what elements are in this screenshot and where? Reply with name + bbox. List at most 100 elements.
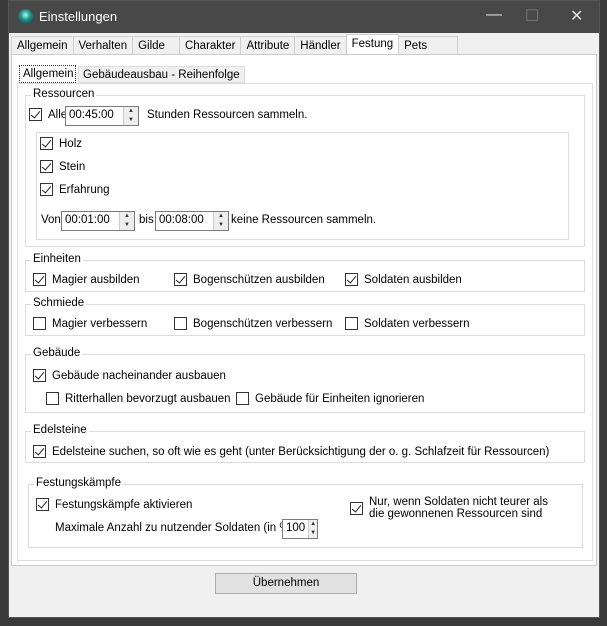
group-label: Einheiten: [31, 253, 83, 265]
group-label: Gebäude: [31, 347, 83, 359]
checkbox-label: Gebäude nacheinander ausbauen: [52, 369, 226, 382]
checkbox-box[interactable]: [174, 273, 187, 286]
tab-charakter[interactable]: Charakter: [178, 36, 242, 54]
main-tabs: Allgemein Verhalten Gilde Charakter Attr…: [11, 34, 459, 55]
einheiten-group: Einheiten Magier ausbilden Bogenschützen…: [25, 253, 585, 292]
up-arrow-icon[interactable]: ▲: [124, 107, 138, 116]
minimize-button[interactable]: —: [486, 6, 502, 24]
bis-stepper[interactable]: 00:08:00 ▲ ▼: [155, 211, 229, 231]
max-soldaten-label: Maximale Anzahl zu nutzender Soldaten (i…: [55, 522, 297, 534]
subtab-allgemein[interactable]: Allgemein: [19, 65, 76, 83]
group-label: Edelsteine: [31, 424, 89, 436]
checkbox-box[interactable]: [40, 160, 53, 173]
checkbox-label: Gebäude für Einheiten ignorieren: [255, 392, 425, 405]
maximize-button[interactable]: ☐: [525, 6, 539, 26]
checkbox-box[interactable]: [33, 445, 46, 458]
close-button[interactable]: ✕: [570, 6, 583, 26]
checkbox-label: Magier verbessern: [52, 317, 148, 330]
interval-stepper[interactable]: 00:45:00 ▲ ▼: [65, 106, 139, 126]
checkbox-box[interactable]: [33, 317, 46, 330]
einheiten-ignorieren-checkbox[interactable]: Gebäude für Einheiten ignorieren: [236, 392, 424, 405]
subtab-gebaeudeausbau[interactable]: Gebäudeausbau - Reihenfolge: [78, 66, 245, 83]
soldaten-verbessern-checkbox[interactable]: Soldaten verbessern: [345, 317, 469, 330]
tab-allgemein[interactable]: Allgemein: [11, 36, 74, 54]
magier-ausbilden-checkbox[interactable]: Magier ausbilden: [33, 273, 140, 286]
edelsteine-checkbox[interactable]: Edelsteine suchen, so oft wie es geht (u…: [33, 445, 549, 458]
checkbox-box[interactable]: [29, 108, 42, 121]
checkbox-label: Nur, wenn Soldaten nicht teurer als die g…: [369, 496, 548, 520]
ressourcen-group: Ressourcen Alle 00:45:00 ▲ ▼ Stunden Resso…: [25, 88, 585, 247]
ressourcen-inner: Holz Stein Erfahrung Von 00:01:00 ▲ ▼ bis …: [36, 132, 569, 240]
alle-checkbox[interactable]: Alle: [29, 108, 67, 121]
von-stepper[interactable]: 00:01:00 ▲ ▼: [61, 211, 135, 231]
checkbox-label: Soldaten ausbilden: [364, 273, 462, 286]
checkbox-label: Ritterhallen bevorzugt ausbauen: [65, 392, 231, 405]
group-label: Schmiede: [31, 297, 87, 309]
stein-checkbox[interactable]: Stein: [40, 160, 85, 173]
tab-gilde[interactable]: Gilde: [132, 36, 180, 54]
tab-festung[interactable]: Festung: [345, 34, 400, 55]
tab-attribute[interactable]: Attribute: [240, 36, 296, 54]
checkbox-box[interactable]: [345, 317, 358, 330]
festung-panel: Allgemein Gebäudeausbau - Reihenfolge Re…: [11, 54, 597, 566]
apply-button[interactable]: Übernehmen: [215, 573, 357, 594]
magier-verbessern-checkbox[interactable]: Magier verbessern: [33, 317, 147, 330]
interval-suffix: Stunden Ressourcen sammeln.: [147, 109, 308, 121]
checkbox-box[interactable]: [40, 137, 53, 150]
tab-haendler[interactable]: Händler: [294, 36, 347, 54]
checkbox-label: Magier ausbilden: [52, 273, 140, 286]
title-bar: Einstellungen — ☐ ✕: [9, 1, 599, 33]
schmiede-group: Schmiede Magier verbessern Bogenschützen…: [25, 297, 585, 336]
checkbox-box[interactable]: [174, 317, 187, 330]
checkbox-label: Holz: [59, 137, 83, 150]
stepper-value[interactable]: 00:01:00: [62, 212, 119, 230]
checkbox-box[interactable]: [236, 392, 249, 405]
festungskaempfe-group: Festungskämpfe Festungskämpfe aktivieren…: [28, 477, 583, 548]
max-soldaten-stepper[interactable]: 100 ▲ ▼: [282, 519, 318, 539]
checkbox-label: Festungskämpfe aktivieren: [55, 498, 193, 511]
checkbox-box[interactable]: [345, 273, 358, 286]
nacheinander-checkbox[interactable]: Gebäude nacheinander ausbauen: [33, 369, 226, 382]
checkbox-box[interactable]: [36, 498, 49, 511]
down-arrow-icon[interactable]: ▼: [214, 221, 228, 230]
label-line: die gewonnenen Ressourcen sind: [369, 508, 543, 520]
stepper-value[interactable]: 00:08:00: [156, 212, 213, 230]
checkbox-box[interactable]: [350, 502, 363, 515]
checkbox-label: Soldaten verbessern: [364, 317, 470, 330]
erfahrung-checkbox[interactable]: Erfahrung: [40, 183, 110, 196]
ritterhallen-checkbox[interactable]: Ritterhallen bevorzugt ausbauen: [46, 392, 231, 405]
edelsteine-group: Edelsteine Edelsteine suchen, so oft wie…: [25, 424, 585, 463]
up-arrow-icon[interactable]: ▲: [120, 212, 134, 221]
checkbox-label: Erfahrung: [59, 183, 110, 196]
down-arrow-icon[interactable]: ▼: [120, 221, 134, 230]
checkbox-box[interactable]: [33, 369, 46, 382]
checkbox-box[interactable]: [40, 183, 53, 196]
tab-verhalten[interactable]: Verhalten: [72, 36, 134, 54]
kaempfe-aktivieren-checkbox[interactable]: Festungskämpfe aktivieren: [36, 498, 192, 511]
down-arrow-icon[interactable]: ▼: [124, 116, 138, 125]
checkbox-label: Edelsteine suchen, so oft wie es geht (u…: [52, 445, 550, 458]
tab-pets[interactable]: Pets: [398, 36, 459, 54]
pause-suffix: keine Ressourcen sammeln.: [231, 214, 377, 226]
checkbox-label: Bogenschützen ausbilden: [193, 273, 325, 286]
app-icon: [18, 9, 33, 24]
soldaten-ausbilden-checkbox[interactable]: Soldaten ausbilden: [345, 273, 462, 286]
group-label: Ressourcen: [31, 88, 97, 100]
label-line: Nur, wenn Soldaten nicht teurer als: [369, 496, 548, 508]
up-arrow-icon[interactable]: ▲: [214, 212, 228, 221]
down-arrow-icon[interactable]: ▼: [309, 529, 317, 538]
stepper-value[interactable]: 100: [283, 520, 308, 538]
bogenschuetzen-verbessern-checkbox[interactable]: Bogenschützen verbessern: [174, 317, 332, 330]
gebaeude-group: Gebäude Gebäude nacheinander ausbauen Ri…: [25, 347, 585, 413]
checkbox-label: Stein: [59, 160, 86, 173]
window-title: Einstellungen: [39, 9, 118, 24]
holz-checkbox[interactable]: Holz: [40, 137, 82, 150]
von-label: Von: [41, 214, 61, 226]
stepper-value[interactable]: 00:45:00: [66, 107, 123, 125]
up-arrow-icon[interactable]: ▲: [309, 520, 317, 529]
only-if-cheaper-checkbox[interactable]: Nur, wenn Soldaten nicht teurer als die g…: [350, 496, 548, 520]
checkbox-box[interactable]: [33, 273, 46, 286]
checkbox-box[interactable]: [46, 392, 59, 405]
bogenschuetzen-ausbilden-checkbox[interactable]: Bogenschützen ausbilden: [174, 273, 325, 286]
group-label: Festungskämpfe: [34, 477, 124, 489]
